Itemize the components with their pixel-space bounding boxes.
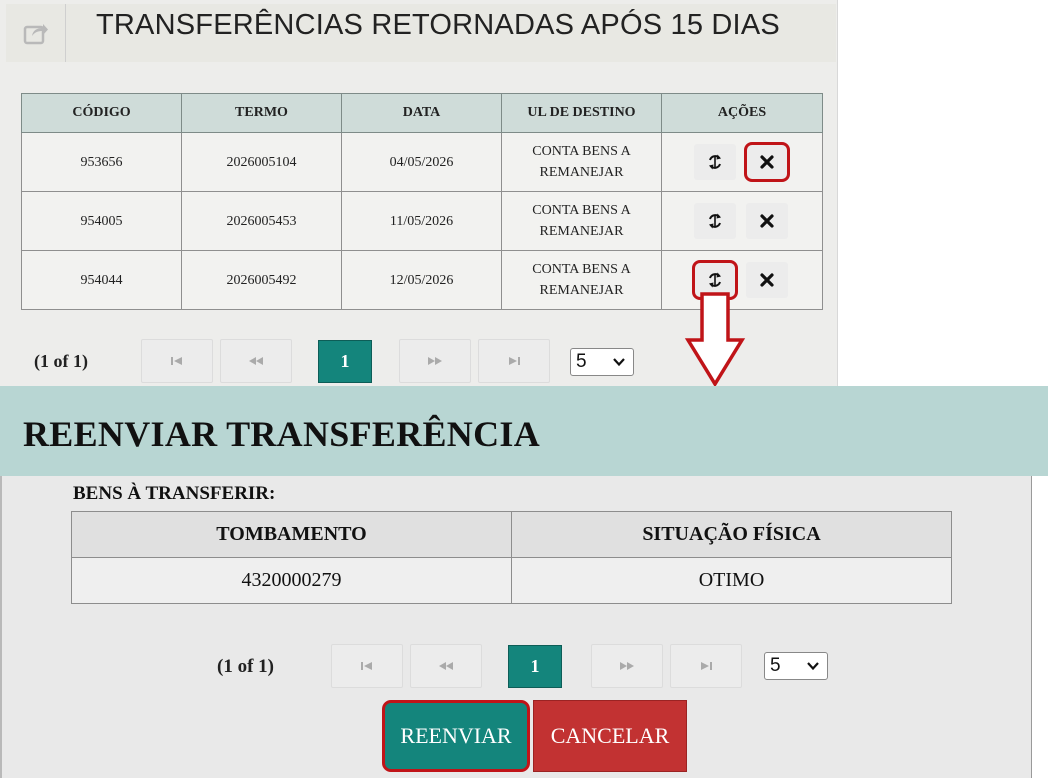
dialog-title: REENVIAR TRANSFERÊNCIA xyxy=(23,414,541,454)
column-header-acoes: AÇÕES xyxy=(661,93,823,133)
page-number-button[interactable]: 1 xyxy=(318,340,372,383)
rows-per-page-value: 5 xyxy=(576,351,587,372)
goods-label: BENS À TRANSFERIR: xyxy=(73,483,276,504)
first-page-button[interactable] xyxy=(141,339,213,383)
sync-icon xyxy=(709,154,721,170)
cell-data: 04/05/2026 xyxy=(341,132,502,192)
table-row: 953656 2026005104 04/05/2026 CONTA BENS … xyxy=(21,132,823,192)
resend-button[interactable] xyxy=(694,144,736,180)
prev-page-icon xyxy=(249,357,263,365)
cell-ul-destino: CONTA BENS A REMANEJAR xyxy=(501,250,662,310)
column-header-termo[interactable]: TERMO xyxy=(181,93,342,133)
last-page-icon xyxy=(701,662,712,670)
destino-line-1: CONTA BENS A xyxy=(532,144,631,159)
cell-ul-destino: CONTA BENS A REMANEJAR xyxy=(501,132,662,192)
export-button[interactable] xyxy=(6,4,66,62)
page-title: TRANSFERÊNCIAS RETORNADAS APÓS 15 DIAS xyxy=(96,9,780,41)
first-page-icon xyxy=(361,662,372,670)
column-header-codigo[interactable]: CÓDIGO xyxy=(21,93,182,133)
chevron-down-icon xyxy=(613,358,625,367)
table-row: 4320000279 OTIMO xyxy=(71,557,952,604)
cell-codigo: 954005 xyxy=(21,191,182,251)
column-header-data[interactable]: DATA xyxy=(341,93,502,133)
cell-codigo: 953656 xyxy=(21,132,182,192)
arrow-down-icon xyxy=(684,292,746,388)
resend-button[interactable] xyxy=(694,203,736,239)
destino-line-2: REMANEJAR xyxy=(539,283,624,298)
last-page-button[interactable] xyxy=(478,339,550,383)
chevron-down-icon xyxy=(807,662,819,671)
cell-acoes xyxy=(661,191,823,251)
cell-situacao: OTIMO xyxy=(511,557,952,604)
rows-per-page-value: 5 xyxy=(770,655,781,676)
cell-termo: 2026005453 xyxy=(181,191,342,251)
sync-icon xyxy=(709,272,721,288)
rows-per-page-select[interactable]: 5 xyxy=(764,652,828,680)
export-share-icon xyxy=(23,24,48,45)
prev-page-button[interactable] xyxy=(410,644,482,688)
transfers-table: CÓDIGO TERMO DATA UL DE DESTINO AÇÕES 95… xyxy=(21,93,823,310)
dialog-pagination-status: (1 of 1) xyxy=(217,656,274,677)
resend-transfer-button[interactable]: REENVIAR xyxy=(382,700,530,772)
close-x-icon xyxy=(760,155,774,169)
sync-icon xyxy=(709,213,721,229)
first-page-icon xyxy=(171,357,182,365)
next-page-button[interactable] xyxy=(591,644,663,688)
cell-acoes xyxy=(661,132,823,192)
destino-line-2: REMANEJAR xyxy=(539,165,624,180)
column-header-situacao[interactable]: SITUAÇÃO FÍSICA xyxy=(511,511,952,558)
close-x-icon xyxy=(760,273,774,287)
prev-page-icon xyxy=(439,662,453,670)
column-header-tombamento[interactable]: TOMBAMENTO xyxy=(71,511,512,558)
last-page-icon xyxy=(509,357,520,365)
cancel-transfer-button[interactable] xyxy=(746,203,788,239)
destino-line-1: CONTA BENS A xyxy=(532,203,631,218)
rows-per-page-select[interactable]: 5 xyxy=(570,348,634,376)
cell-data: 12/05/2026 xyxy=(341,250,502,310)
last-page-button[interactable] xyxy=(670,644,742,688)
dialog-header[interactable]: REENVIAR TRANSFERÊNCIA xyxy=(0,386,1048,476)
cancel-transfer-button[interactable] xyxy=(746,262,788,298)
pagination-status: (1 of 1) xyxy=(34,351,88,371)
first-page-button[interactable] xyxy=(331,644,403,688)
cell-termo: 2026005104 xyxy=(181,132,342,192)
column-header-ul-destino[interactable]: UL DE DESTINO xyxy=(501,93,662,133)
table-header-row: CÓDIGO TERMO DATA UL DE DESTINO AÇÕES xyxy=(21,93,823,133)
cell-termo: 2026005492 xyxy=(181,250,342,310)
cell-tombamento: 4320000279 xyxy=(71,557,512,604)
goods-header-row: TOMBAMENTO SITUAÇÃO FÍSICA xyxy=(71,511,952,558)
cancel-transfer-button[interactable] xyxy=(744,142,790,182)
page-number-button[interactable]: 1 xyxy=(508,645,562,688)
cell-data: 11/05/2026 xyxy=(341,191,502,251)
next-page-icon xyxy=(620,662,634,670)
cell-codigo: 954044 xyxy=(21,250,182,310)
next-page-button[interactable] xyxy=(399,339,471,383)
destino-line-2: REMANEJAR xyxy=(539,224,624,239)
prev-page-button[interactable] xyxy=(220,339,292,383)
cell-ul-destino: CONTA BENS A REMANEJAR xyxy=(501,191,662,251)
destino-line-1: CONTA BENS A xyxy=(532,262,631,277)
table-row: 954005 2026005453 11/05/2026 CONTA BENS … xyxy=(21,191,823,251)
goods-table: TOMBAMENTO SITUAÇÃO FÍSICA 4320000279 OT… xyxy=(71,511,952,604)
next-page-icon xyxy=(428,357,442,365)
close-x-icon xyxy=(760,214,774,228)
cancel-button[interactable]: CANCELAR xyxy=(533,700,687,772)
